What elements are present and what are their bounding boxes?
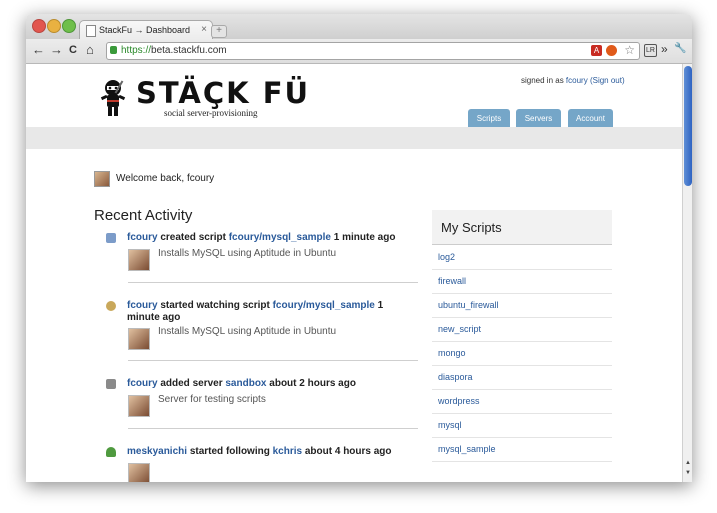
- activity-text: fcoury added server sandbox about 2 hour…: [127, 378, 356, 389]
- username-link[interactable]: fcoury: [566, 76, 588, 85]
- activity-description: Installs MySQL using Aptitude in Ubuntu: [158, 326, 337, 337]
- header-band: [26, 127, 682, 149]
- activity-target-link[interactable]: fcoury/mysql_sample: [229, 232, 331, 243]
- activity-user-link[interactable]: meskyanichi: [127, 446, 187, 457]
- tab-title: StackFu → Dashboard: [99, 25, 191, 35]
- scrollbar-thumb[interactable]: [684, 66, 692, 186]
- my-scripts-title: My Scripts: [441, 220, 502, 235]
- activity-target-link[interactable]: kchris: [273, 446, 302, 457]
- script-list-item[interactable]: mongo: [432, 341, 612, 366]
- script-list-item[interactable]: firewall: [432, 269, 612, 294]
- activity-divider: [128, 360, 418, 361]
- script-list-item[interactable]: diaspora: [432, 365, 612, 390]
- script-list-item[interactable]: new_script: [432, 317, 612, 342]
- my-scripts-header: My Scripts: [432, 210, 612, 245]
- activity-text: fcoury started watching script fcoury/my…: [127, 300, 384, 323]
- script-list-item[interactable]: wordpress: [432, 389, 612, 414]
- browser-window: StackFu → Dashboard × + ← → C ⌂ https://…: [26, 14, 692, 482]
- wrench-icon[interactable]: 🔧: [674, 43, 686, 54]
- ninja-logo-icon: [100, 80, 126, 116]
- zoom-window-button[interactable]: [62, 19, 76, 33]
- script-list-item[interactable]: mysql: [432, 413, 612, 438]
- activity-target-link[interactable]: sandbox: [225, 378, 266, 389]
- nav-tab-servers[interactable]: Servers: [516, 109, 561, 127]
- lock-icon: [110, 46, 117, 54]
- activity-user-link[interactable]: fcoury: [127, 300, 158, 311]
- activity-divider: [128, 282, 418, 283]
- browser-toolbar: ← → C ⌂ https://beta.stackfu.com A ☆ LR …: [26, 39, 692, 64]
- avatar[interactable]: [128, 463, 150, 482]
- extension-icon[interactable]: [606, 45, 617, 56]
- address-bar[interactable]: https://beta.stackfu.com A ☆: [106, 42, 640, 60]
- new-tab-button[interactable]: +: [211, 25, 227, 38]
- home-icon[interactable]: ⌂: [86, 42, 94, 58]
- avatar[interactable]: [128, 395, 150, 417]
- script-list-item[interactable]: ubuntu_firewall: [432, 293, 612, 318]
- minimize-window-button[interactable]: [47, 19, 61, 33]
- signed-in-status: signed in as fcoury (Sign out): [521, 76, 625, 85]
- script-list-item[interactable]: log2: [432, 245, 612, 270]
- site-header: STÄÇK FÜ social server-provisioning sign…: [26, 64, 682, 127]
- activity-user-link[interactable]: fcoury: [127, 232, 158, 243]
- tab-close-icon[interactable]: ×: [201, 24, 207, 35]
- lr-extension-icon[interactable]: LR: [644, 44, 657, 57]
- reload-icon[interactable]: C: [69, 42, 77, 58]
- activity-text: meskyanichi started following kchris abo…: [127, 446, 392, 457]
- avatar[interactable]: [128, 328, 150, 350]
- brand-logo[interactable]: STÄÇK FÜ: [136, 76, 310, 110]
- browser-tab[interactable]: StackFu → Dashboard ×: [79, 20, 213, 40]
- my-scripts-panel: My Scripts log2 firewall ubuntu_firewall…: [432, 210, 612, 482]
- welcome-text: Welcome back, fcoury: [116, 173, 215, 184]
- activity-description: Server for testing scripts: [158, 394, 266, 405]
- activity-item: fcoury added server sandbox about 2 hour…: [106, 378, 418, 448]
- vertical-scrollbar[interactable]: ▲ ▼: [682, 64, 692, 482]
- script-icon: [106, 233, 116, 243]
- activity-item: fcoury created script fcoury/mysql_sampl…: [106, 232, 418, 302]
- avatar[interactable]: [128, 249, 150, 271]
- script-list-item[interactable]: mysql_sample: [432, 437, 612, 462]
- url-text: https://beta.stackfu.com: [121, 45, 227, 56]
- activity-item: meskyanichi started following kchris abo…: [106, 446, 418, 482]
- title-bar: StackFu → Dashboard × +: [26, 14, 692, 40]
- scroll-down-icon[interactable]: ▼: [684, 470, 692, 476]
- activity-user-link[interactable]: fcoury: [127, 378, 158, 389]
- avatar: [94, 171, 110, 187]
- activity-text: fcoury created script fcoury/mysql_sampl…: [127, 232, 396, 243]
- overflow-icon[interactable]: »: [661, 42, 668, 56]
- nav-tab-account[interactable]: Account: [568, 109, 613, 127]
- watch-icon: [106, 301, 116, 311]
- scroll-up-icon[interactable]: ▲: [684, 460, 692, 466]
- back-icon[interactable]: ←: [32, 42, 45, 58]
- activity-item: fcoury started watching script fcoury/my…: [106, 300, 418, 380]
- user-icon: [106, 447, 116, 457]
- pdf-extension-icon[interactable]: A: [591, 45, 602, 56]
- bookmark-star-icon[interactable]: ☆: [624, 43, 635, 57]
- page-viewport: STÄÇK FÜ social server-provisioning sign…: [26, 64, 682, 482]
- nav-tab-scripts[interactable]: Scripts: [468, 109, 510, 127]
- recent-activity-title: Recent Activity: [94, 207, 193, 224]
- close-window-button[interactable]: [32, 19, 46, 33]
- activity-description: Installs MySQL using Aptitude in Ubuntu: [158, 248, 337, 259]
- activity-target-link[interactable]: fcoury/mysql_sample: [273, 300, 375, 311]
- server-icon: [106, 379, 116, 389]
- forward-icon[interactable]: →: [50, 42, 63, 58]
- page-icon: [86, 25, 96, 37]
- sign-out-link[interactable]: (Sign out): [590, 76, 625, 85]
- activity-divider: [128, 428, 418, 429]
- tagline: social server-provisioning: [164, 108, 258, 118]
